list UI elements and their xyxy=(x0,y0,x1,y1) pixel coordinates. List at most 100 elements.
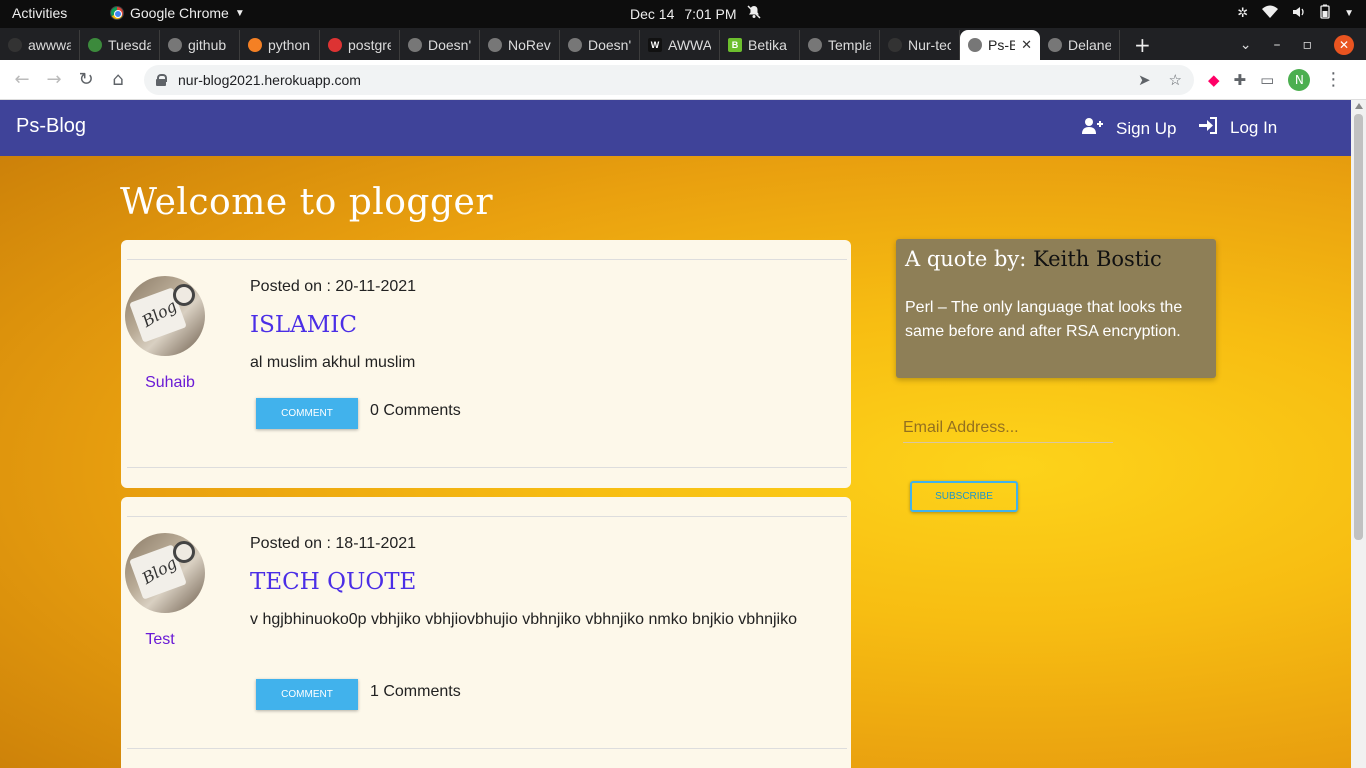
tab-13[interactable]: Delaney xyxy=(1040,30,1120,60)
tab-3[interactable]: python xyxy=(240,30,320,60)
signup-link[interactable]: Sign Up xyxy=(1082,117,1176,140)
github-icon xyxy=(8,38,22,52)
stackoverflow-icon xyxy=(248,38,262,52)
browser-toolbar: ← → ↻ ⌂ nur-blog2021.herokuapp.com ➤ ☆ ◆… xyxy=(0,60,1366,100)
post-author[interactable]: Suhaib xyxy=(125,374,215,392)
app-menu[interactable]: Google Chrome ▼ xyxy=(110,5,245,21)
divider xyxy=(127,748,847,749)
system-tray[interactable]: ✲ ▼ xyxy=(1237,4,1354,22)
url-text[interactable]: nur-blog2021.herokuapp.com xyxy=(178,72,361,88)
pinwheel-icon xyxy=(328,38,342,52)
slack-icon: ✲ xyxy=(1237,5,1249,20)
tab-search-chevron-icon[interactable]: ⌄ xyxy=(1240,37,1252,53)
tab-9[interactable]: B Betika xyxy=(720,30,800,60)
signup-label: Sign Up xyxy=(1116,118,1177,138)
quote-prefix: A quote by: xyxy=(905,247,1034,271)
divider xyxy=(127,259,847,260)
author-avatar[interactable]: Blog xyxy=(125,276,205,356)
back-arrow-icon[interactable]: ← xyxy=(6,64,38,96)
comment-count[interactable]: 1 Comments xyxy=(370,683,461,701)
tab-title: Doesn't xyxy=(428,37,471,53)
page-scrollbar[interactable] xyxy=(1351,100,1366,768)
window-close-icon[interactable]: ✕ xyxy=(1334,35,1354,55)
tab-5[interactable]: Doesn't xyxy=(400,30,480,60)
comment-count[interactable]: 0 Comments xyxy=(370,402,461,420)
comment-button[interactable]: COMMENT xyxy=(256,398,358,429)
quote-heading: A quote by: Keith Bostic xyxy=(905,247,1162,271)
tab-title: Delaney xyxy=(1068,37,1111,53)
globe-icon xyxy=(168,38,182,52)
tab-7[interactable]: Doesn't xyxy=(560,30,640,60)
new-tab-button[interactable]: + xyxy=(1120,30,1165,60)
extension-icon[interactable]: ◆ xyxy=(1208,71,1220,89)
kebab-menu-icon[interactable]: ⋮ xyxy=(1324,69,1342,90)
tab-4[interactable]: postgres xyxy=(320,30,400,60)
site-navbar: Ps-Blog Sign Up Log In xyxy=(0,100,1351,156)
tab-2[interactable]: github xyxy=(160,30,240,60)
tab-title: AWWARDS xyxy=(668,37,711,53)
tab-12-active[interactable]: Ps-Blog ✕ xyxy=(960,30,1040,60)
site-brand[interactable]: Ps-Blog xyxy=(16,115,86,138)
tab-0[interactable]: awwwards xyxy=(0,30,80,60)
scrollbar-thumb[interactable] xyxy=(1354,114,1363,540)
cast-icon[interactable]: ▭ xyxy=(1260,71,1274,89)
post-title[interactable]: TECH QUOTE xyxy=(250,569,416,595)
tab-title: Nur-tech xyxy=(908,37,951,53)
w-logo-icon: W xyxy=(648,38,662,52)
send-icon[interactable]: ➤ xyxy=(1138,71,1151,89)
home-icon[interactable]: ⌂ xyxy=(102,64,134,96)
tab-6[interactable]: NoReverse xyxy=(480,30,560,60)
plant-icon xyxy=(88,38,102,52)
tab-title: awwwards xyxy=(28,37,71,53)
app-menu-label: Google Chrome xyxy=(130,5,229,21)
tab-10[interactable]: Template xyxy=(800,30,880,60)
puzzle-extensions-icon[interactable]: ✚ xyxy=(1234,71,1247,89)
quote-author: Keith Bostic xyxy=(1033,247,1162,271)
subscribe-button[interactable]: SUBSCRIBE xyxy=(910,481,1018,512)
bookmark-star-icon[interactable]: ☆ xyxy=(1169,71,1182,89)
author-avatar[interactable]: Blog xyxy=(125,533,205,613)
globe-icon xyxy=(488,38,502,52)
divider xyxy=(127,467,847,468)
globe-icon xyxy=(968,38,982,52)
chevron-down-icon: ▼ xyxy=(234,7,245,19)
lock-icon[interactable] xyxy=(156,73,167,86)
tab-title: python xyxy=(268,37,311,53)
profile-avatar[interactable]: N xyxy=(1288,68,1311,91)
tab-title: postgres xyxy=(348,37,391,53)
tab-8[interactable]: W AWWARDS xyxy=(640,30,720,60)
notifications-off-icon xyxy=(746,5,761,22)
tab-1[interactable]: Tuesday xyxy=(80,30,160,60)
comment-button[interactable]: COMMENT xyxy=(256,679,358,710)
user-plus-icon xyxy=(1082,117,1104,140)
tab-title: NoReverse xyxy=(508,37,551,53)
email-field[interactable] xyxy=(903,413,1113,443)
tab-11[interactable]: Nur-tech xyxy=(880,30,960,60)
close-tab-icon[interactable]: ✕ xyxy=(1021,37,1032,53)
forward-arrow-icon[interactable]: → xyxy=(38,64,70,96)
wifi-icon xyxy=(1262,5,1279,22)
globe-icon xyxy=(568,38,582,52)
scroll-up-arrow-icon[interactable] xyxy=(1355,103,1363,109)
address-bar[interactable]: nur-blog2021.herokuapp.com ➤ ☆ xyxy=(144,64,1194,95)
tab-title: Ps-Blog xyxy=(988,37,1016,53)
minimize-icon[interactable]: – xyxy=(1274,37,1281,53)
browser-tab-strip: awwwards Tuesday github python postgres … xyxy=(0,28,1366,60)
post-card: Blog Suhaib Posted on : 20-11-2021 ISLAM… xyxy=(121,240,851,488)
reload-icon[interactable]: ↻ xyxy=(70,64,102,96)
quote-text: Perl – The only language that looks the … xyxy=(905,299,1183,340)
post-body: al muslim akhul muslim xyxy=(250,354,416,371)
post-title[interactable]: ISLAMIC xyxy=(250,312,357,338)
os-top-bar: Activities Google Chrome ▼ Dec 14 7:01 P… xyxy=(0,0,1366,28)
volume-icon xyxy=(1292,5,1306,22)
clock-date: Dec 14 xyxy=(630,5,675,22)
login-link[interactable]: Log In xyxy=(1199,117,1277,139)
post-card: Blog Test Posted on : 18-11-2021 TECH QU… xyxy=(121,497,851,768)
tab-title: Betika xyxy=(748,37,787,53)
post-date: Posted on : 18-11-2021 xyxy=(250,535,417,552)
activities-button[interactable]: Activities xyxy=(12,5,67,21)
clock-time: 7:01 PM xyxy=(684,5,737,22)
clock[interactable]: Dec 14 7:01 PM xyxy=(630,5,761,22)
maximize-icon[interactable]: ▫ xyxy=(1303,37,1313,53)
post-author[interactable]: Test xyxy=(115,631,205,649)
